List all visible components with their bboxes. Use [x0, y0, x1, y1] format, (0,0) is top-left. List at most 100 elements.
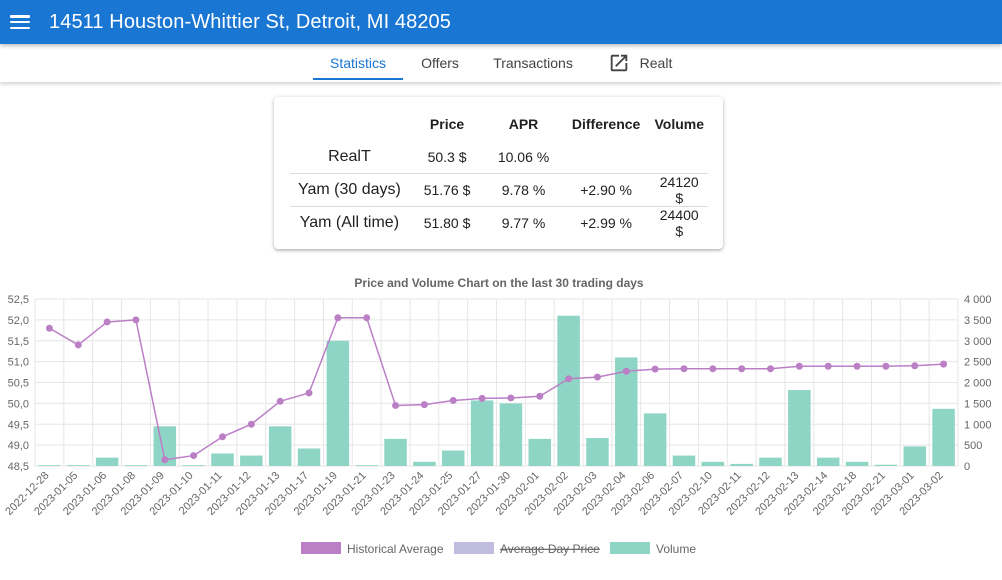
volume-bar[interactable]: [557, 315, 580, 466]
historical-average-point[interactable]: [363, 314, 371, 322]
y-right-tick-label: 500: [964, 440, 982, 452]
stats-card: Price APR Difference Volume RealT 50.3 $…: [274, 97, 723, 249]
cell-volume: [650, 141, 708, 174]
historical-average-point[interactable]: [103, 318, 111, 326]
volume-bar[interactable]: [240, 455, 263, 466]
historical-average-point[interactable]: [767, 365, 775, 373]
historical-average-point[interactable]: [449, 396, 457, 404]
cell-apr: 9.78 %: [485, 173, 562, 207]
tab-realt-label: Realt: [639, 55, 673, 71]
y-left-tick-label: 49,0: [8, 440, 29, 452]
chart-title: Price and Volume Chart on the last 30 tr…: [354, 276, 644, 290]
volume-bar[interactable]: [441, 450, 465, 466]
volume-bar[interactable]: [470, 400, 494, 466]
tab-realt[interactable]: Realt: [600, 44, 680, 82]
historical-average-point[interactable]: [190, 452, 198, 460]
historical-average-point[interactable]: [305, 389, 313, 397]
volume-bar[interactable]: [67, 465, 90, 466]
historical-average-point[interactable]: [161, 456, 169, 464]
historical-average-point[interactable]: [536, 392, 544, 400]
tab-offers[interactable]: Offers: [410, 44, 470, 82]
tab-transactions[interactable]: Transactions: [482, 44, 584, 82]
cell-difference: +2.99 %: [561, 206, 651, 239]
legend-average-day-price-swatch[interactable]: [454, 542, 494, 554]
column-header-apr: APR: [508, 116, 539, 132]
row-label: Yam (30 days): [290, 173, 409, 207]
historical-average-point[interactable]: [218, 433, 226, 441]
menu-icon[interactable]: [10, 15, 30, 29]
volume-bar[interactable]: [903, 446, 926, 466]
historical-average-point[interactable]: [593, 373, 601, 381]
volume-bar[interactable]: [38, 465, 61, 466]
volume-bar[interactable]: [124, 465, 148, 466]
y-left-tick-label: 51,5: [8, 336, 29, 348]
historical-average-point[interactable]: [565, 375, 573, 383]
volume-bar[interactable]: [701, 461, 725, 466]
volume-bar[interactable]: [845, 461, 869, 466]
volume-bar[interactable]: [326, 340, 350, 466]
volume-bar[interactable]: [816, 457, 840, 466]
historical-average-point[interactable]: [911, 362, 919, 370]
historical-average-point[interactable]: [420, 401, 428, 409]
cell-price: 50.3 $: [427, 149, 467, 165]
cell-apr: 9.77 %: [485, 206, 562, 239]
price-volume-chart: Price and Volume Chart on the last 30 tr…: [3, 276, 992, 556]
volume-bar[interactable]: [874, 464, 898, 466]
volume-bar[interactable]: [268, 426, 292, 466]
historical-average-point[interactable]: [392, 401, 400, 409]
historical-average-point[interactable]: [738, 365, 746, 373]
y-left-tick-label: 52,0: [8, 315, 29, 327]
volume-bar[interactable]: [384, 438, 407, 466]
volume-bar[interactable]: [730, 463, 753, 466]
y-left-tick-label: 50,0: [8, 398, 29, 410]
volume-bar[interactable]: [643, 413, 667, 466]
volume-bar[interactable]: [182, 465, 205, 466]
volume-bar[interactable]: [672, 455, 696, 466]
legend-volume-label[interactable]: Volume: [656, 542, 696, 556]
volume-bar[interactable]: [528, 438, 552, 466]
volume-bar[interactable]: [759, 457, 782, 466]
volume-bar[interactable]: [95, 457, 119, 466]
legend-volume-swatch[interactable]: [610, 542, 650, 554]
tab-bar: Statistics Offers Transactions Realt: [0, 44, 1002, 82]
volume-bar[interactable]: [932, 408, 955, 466]
legend-historical-average-label[interactable]: Historical Average: [347, 542, 444, 556]
historical-average-point[interactable]: [478, 394, 486, 402]
cell-volume: 24120 $: [650, 173, 708, 207]
volume-bar[interactable]: [297, 448, 321, 466]
historical-average-point[interactable]: [74, 341, 82, 349]
volume-bar[interactable]: [211, 453, 234, 466]
cell-apr: 10.06 %: [497, 149, 550, 165]
open-in-new-icon: [610, 54, 627, 72]
historical-average-point[interactable]: [940, 360, 948, 368]
historical-average-point[interactable]: [651, 365, 659, 373]
historical-average-point[interactable]: [247, 420, 255, 428]
historical-average-point[interactable]: [709, 365, 717, 373]
table-row: RealT 50.3 $ 10.06 %: [290, 141, 708, 174]
tab-statistics[interactable]: Statistics: [313, 44, 403, 82]
volume-bar[interactable]: [499, 403, 523, 466]
historical-average-point[interactable]: [680, 365, 688, 373]
historical-average-point[interactable]: [45, 324, 53, 332]
historical-average-point[interactable]: [276, 397, 284, 405]
volume-bar[interactable]: [355, 465, 378, 466]
historical-average-point[interactable]: [853, 362, 861, 370]
historical-average-point[interactable]: [824, 362, 832, 370]
historical-average-point[interactable]: [507, 394, 515, 402]
volume-bar[interactable]: [586, 438, 609, 466]
historical-average-point[interactable]: [132, 316, 140, 324]
historical-average-point[interactable]: [795, 362, 803, 370]
historical-average-point[interactable]: [882, 362, 890, 370]
legend-average-day-price-label[interactable]: Average Day Price: [500, 542, 600, 556]
y-right-tick-label: 2 000: [964, 378, 992, 390]
volume-bar[interactable]: [413, 461, 436, 466]
y-right-tick-label: 3 000: [964, 336, 992, 348]
cell-price: 51.76 $: [408, 173, 486, 207]
historical-average-point[interactable]: [622, 367, 630, 375]
historical-average-point[interactable]: [334, 314, 342, 322]
column-header-price: Price: [429, 116, 465, 132]
legend-historical-average-swatch[interactable]: [301, 542, 341, 554]
volume-bar[interactable]: [788, 390, 811, 466]
y-left-tick-label: 51,0: [8, 357, 29, 369]
stats-table: Price APR Difference Volume RealT 50.3 $…: [290, 107, 708, 239]
